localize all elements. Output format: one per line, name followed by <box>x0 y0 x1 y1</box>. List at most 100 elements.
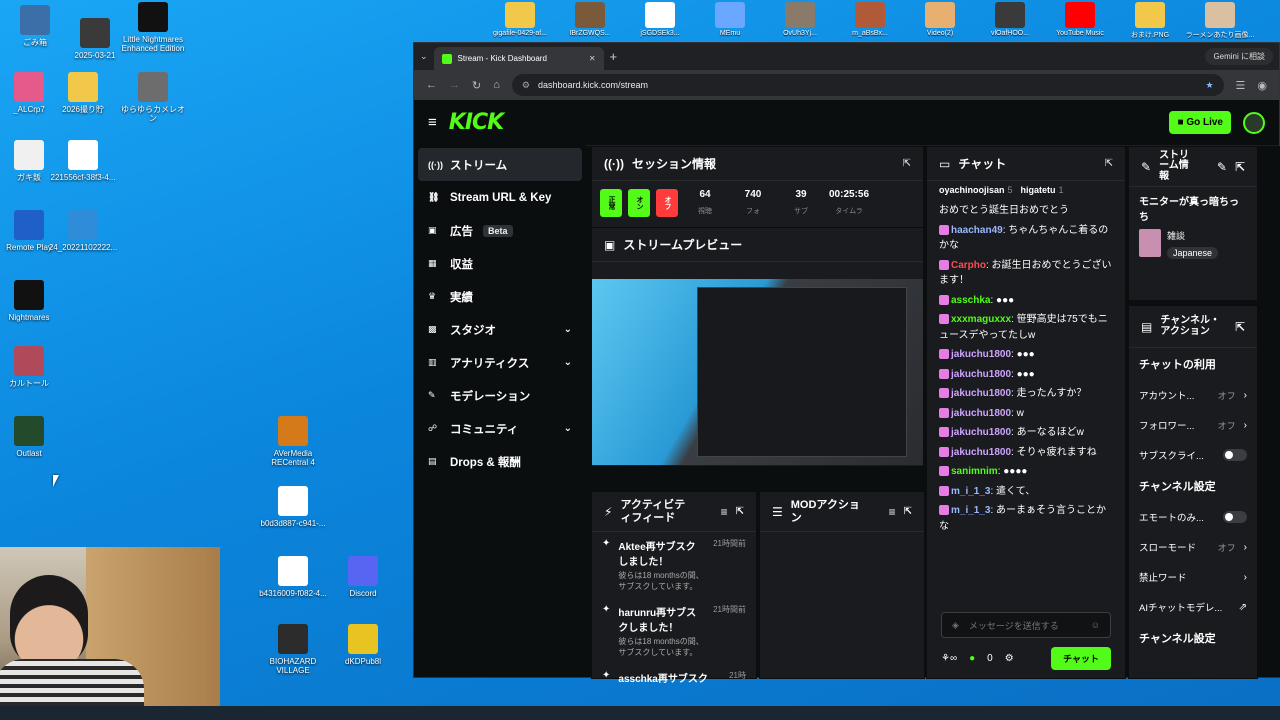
top-desktop-icon[interactable]: ラーメンあたり画像... <box>1185 0 1255 40</box>
setting-row[interactable]: フォロワー... オフ › <box>1129 410 1257 440</box>
sidebar-item[interactable]: ((·)) ストリーム <box>418 148 582 181</box>
desktop-icon[interactable]: ゆらゆらカメレオン <box>118 72 188 123</box>
desktop-icon[interactable]: カルトール <box>0 346 64 388</box>
chat-username[interactable]: jakuchu1800 <box>951 408 1011 419</box>
stream-preview-video[interactable] <box>592 279 923 465</box>
setting-row[interactable]: アカウント... オフ › <box>1129 380 1257 410</box>
send-chat-button[interactable]: チャット <box>1051 646 1111 670</box>
sidebar-item[interactable]: ♛ 実績 <box>418 280 582 313</box>
chevron-down-icon[interactable]: ⌄ <box>564 423 572 434</box>
kick-logo[interactable]: KICK <box>449 110 504 135</box>
chat-username[interactable]: jakuchu1800 <box>951 369 1011 380</box>
chat-username[interactable]: jakuchu1800 <box>951 388 1011 399</box>
browser-tab[interactable]: Stream - Kick Dashboard ✕ <box>433 47 604 70</box>
top-desktop-icon[interactable]: jSGDSEk3... <box>625 0 695 40</box>
chat-username[interactable]: jakuchu1800 <box>951 447 1011 458</box>
expand-icon[interactable]: ⇱ <box>904 506 912 517</box>
user-avatar[interactable] <box>1243 111 1265 134</box>
expand-icon[interactable]: ⇱ <box>903 158 911 169</box>
top-user-count: 5 <box>1007 185 1013 195</box>
setting-row[interactable]: サブスクライ... <box>1129 440 1257 470</box>
desktop-icon-label: YouTube Music <box>1056 30 1104 37</box>
desktop-icon[interactable]: b4316009-f082-4... <box>258 556 328 598</box>
setting-row[interactable]: AIチャットモデレ... ⇗ <box>1129 592 1257 622</box>
chat-username[interactable]: m_i_1_3 <box>951 486 990 497</box>
desktop-icon[interactable]: Discord <box>328 556 398 598</box>
community-icon: ☍ <box>428 423 438 433</box>
reload-icon[interactable]: ↻ <box>472 79 481 92</box>
toggle-switch[interactable] <box>1223 449 1247 461</box>
desktop-icon[interactable]: 221556cf-38f3-4... <box>48 140 118 182</box>
sidebar-item[interactable]: ⛓ Stream URL & Key <box>418 181 582 214</box>
filter-icon[interactable]: ≡ <box>721 505 728 519</box>
emoji-icon[interactable]: ☺ <box>1091 620 1100 630</box>
expand-icon[interactable]: ⇱ <box>1235 320 1245 334</box>
sidebar-item[interactable]: ▦ 収益 <box>418 247 582 280</box>
new-tab-icon[interactable]: + <box>610 49 618 64</box>
desktop-icon-image <box>138 2 168 32</box>
top-desktop-icon[interactable]: m_aBsBx... <box>835 0 905 40</box>
filter-icon[interactable]: ≡ <box>889 505 896 519</box>
chat-input[interactable]: ◈ メッセージを送信する ☺ <box>941 612 1111 638</box>
setting-row[interactable]: 禁止ワード › <box>1129 562 1257 592</box>
top-desktop-icon[interactable]: gigafile-0429-af... <box>485 0 555 40</box>
chevron-down-icon[interactable]: ⌄ <box>564 357 572 368</box>
expand-icon[interactable]: ⇱ <box>736 506 744 517</box>
desktop-icon[interactable]: b0d3d887-c941-... <box>258 486 328 528</box>
chat-username[interactable]: jakuchu1800 <box>951 349 1011 360</box>
sidebar-item[interactable]: ☍ コミュニティ ⌄ <box>418 412 582 445</box>
chat-username[interactable]: asschka <box>951 295 990 306</box>
sidebar-item[interactable]: ▤ Drops & 報酬 <box>418 445 582 478</box>
tab-list-chevron-icon[interactable]: ⌄ <box>420 51 428 62</box>
toggle-switch[interactable] <box>1223 511 1247 523</box>
desktop-icon[interactable]: Outlast <box>0 416 64 458</box>
activity-time: 21時間前 <box>713 605 746 614</box>
expand-icon[interactable]: ⇱ <box>1105 158 1113 169</box>
top-desktop-icon[interactable]: IBrZGWQS... <box>555 0 625 40</box>
gemini-button[interactable]: Gemini に相談 <box>1205 48 1273 65</box>
chat-username[interactable]: xxxmaguxxx <box>951 314 1011 325</box>
setting-row[interactable]: スローモード オフ › <box>1129 532 1257 562</box>
go-live-button[interactable]: ■ Go Live <box>1169 111 1231 134</box>
top-desktop-icon[interactable]: YouTube Music <box>1045 0 1115 40</box>
desktop-icon[interactable]: BIOHAZARD VILLAGE <box>258 624 328 675</box>
url-field[interactable]: ⚙ dashboard.kick.com/stream ★ <box>511 74 1224 96</box>
desktop-icon[interactable]: 24_20221102222... <box>48 210 118 252</box>
edit-icon[interactable]: ✎ <box>1217 160 1227 174</box>
top-desktop-icon[interactable]: vlOafHOO... <box>975 0 1045 40</box>
profile-icon[interactable]: ◉ <box>1257 79 1267 92</box>
extensions-icon[interactable]: ☰ <box>1236 79 1246 92</box>
status-chip: オン <box>628 189 650 217</box>
desktop-icon-image <box>1205 2 1235 28</box>
chat-username[interactable]: jakuchu1800 <box>951 427 1011 438</box>
chat-username[interactable]: haachan49 <box>951 225 1003 236</box>
sidebar-item[interactable]: ▩ スタジオ ⌄ <box>418 313 582 346</box>
expand-icon[interactable]: ⇱ <box>1235 160 1245 174</box>
top-desktop-icon[interactable]: MEmu <box>695 0 765 40</box>
desktop-icon[interactable]: Little Nightmares Enhanced Edition <box>118 2 188 53</box>
chat-username[interactable]: sanimnim <box>951 466 998 477</box>
desktop-icon[interactable]: AVerMedia RECentral 4 <box>258 416 328 467</box>
top-desktop-icon[interactable]: OvUh3Yj... <box>765 0 835 40</box>
setting-row[interactable]: エモートのみ... <box>1129 502 1257 532</box>
sidebar-item[interactable]: ✎ モデレーション <box>418 379 582 412</box>
top-desktop-icon[interactable]: Video(2) <box>905 0 975 40</box>
points-icon[interactable]: ⚘∞ <box>941 653 957 664</box>
menu-icon[interactable]: ≡ <box>428 114 437 131</box>
desktop-icon[interactable]: dKDPub8l <box>328 624 398 666</box>
desktop-icon[interactable]: 2026撮り貯 <box>48 72 118 114</box>
top-desktop-icon[interactable]: おまけ.PNG <box>1115 0 1185 40</box>
sidebar-item[interactable]: ▣ 広告 Beta <box>418 214 582 247</box>
site-info-icon[interactable]: ⚙ <box>522 80 530 91</box>
chat-username[interactable]: m_i_1_3 <box>951 505 990 516</box>
tab-close-icon[interactable]: ✕ <box>589 54 596 63</box>
settings-gear-icon[interactable]: ⚙ <box>1005 653 1014 664</box>
chevron-down-icon[interactable]: ⌄ <box>564 324 572 335</box>
chat-username[interactable]: Carpho <box>951 260 986 271</box>
home-icon[interactable]: ⌂ <box>493 79 500 91</box>
forward-icon[interactable]: → <box>449 79 460 91</box>
desktop-icon[interactable]: Nightmares <box>0 280 64 322</box>
bookmark-star-icon[interactable]: ★ <box>1205 80 1213 91</box>
back-icon[interactable]: ← <box>426 79 437 91</box>
sidebar-item[interactable]: ▥ アナリティクス ⌄ <box>418 346 582 379</box>
